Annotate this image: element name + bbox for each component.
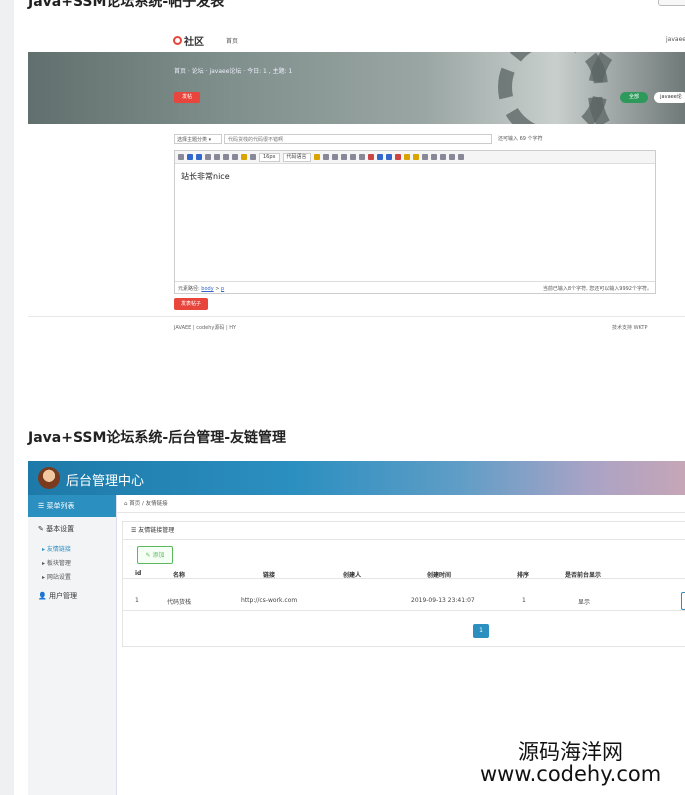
horizontal-rule-icon[interactable] (250, 154, 256, 160)
sidebar-subitem-label: 板块管理 (46, 560, 71, 567)
element-path: 元素路径: body > p (178, 286, 225, 292)
sidebar-subitem-label: 友情链接 (46, 546, 71, 553)
add-button-label: 添加 (152, 552, 165, 559)
watermark-line-2: www.codehy.com (480, 762, 662, 786)
path-link-p[interactable]: p (221, 286, 224, 292)
emotion-icon[interactable] (394, 154, 401, 160)
eraser-icon[interactable] (412, 154, 419, 160)
sidebar-menu-label: 菜单列表 (46, 502, 75, 510)
attachment-icon[interactable] (385, 154, 392, 160)
table-header-divider (123, 578, 685, 579)
section-heading-forum: Java+SSM论坛系统-帖子发表 (28, 0, 225, 10)
forum-breadcrumb: 首页 · 论坛 · javaee论坛 · 今日: 1 , 主题: 1 (174, 68, 293, 75)
row-edit-button[interactable] (681, 592, 685, 610)
home-icon: ⌂ (124, 501, 128, 507)
logo-text: 社区 (184, 37, 204, 48)
panel-title-text: 友情链接管理 (138, 527, 175, 534)
gear-graphic (588, 52, 685, 124)
remaining-chars: 还可输入 69 个字符 (498, 136, 543, 142)
cell-sort: 1 (522, 597, 526, 604)
redo-icon[interactable] (196, 154, 202, 160)
forum-post-screenshot: 社区 首页 javaee 首页 · 论坛 · javaee论坛 · 今日: 1 … (28, 24, 685, 344)
forum-logo[interactable]: 社区 (173, 33, 204, 48)
help-icon[interactable] (457, 154, 464, 160)
undo-icon[interactable] (187, 154, 193, 160)
align-left-icon[interactable] (313, 154, 320, 160)
panel-title: ☰ 友情链接管理 (123, 522, 685, 540)
admin-header: 后台管理中心 (28, 461, 685, 495)
cell-link: http://cs-work.com (241, 597, 298, 604)
top-right-button[interactable] (658, 0, 685, 6)
underline-icon[interactable] (223, 154, 229, 160)
forum-footer-credit: 技术支持 WKTP (612, 325, 648, 331)
sidebar-subitem-friend-links[interactable]: ▸ 友情链接 (42, 544, 71, 553)
friend-links-panel: ☰ 友情链接管理 ✎ 添加 id 名称 链接 创建人 创建时间 排序 是否前台显… (122, 521, 685, 647)
submit-post-button[interactable]: 发表帖子 (174, 298, 208, 310)
highlight-icon[interactable] (241, 154, 247, 160)
page-left-strip (0, 0, 14, 795)
code-icon[interactable] (421, 154, 428, 160)
logo-icon (173, 36, 182, 45)
sidebar-item-basic-settings[interactable]: ✎ 基本设置 (38, 524, 74, 534)
admin-breadcrumb: ⌂ 首页 / 友情链接 (116, 495, 685, 513)
preview-icon[interactable] (439, 154, 446, 160)
editor-content[interactable]: 站长非常nice (181, 171, 230, 182)
breadcrumb-text[interactable]: 首页 / 友情链接 (129, 501, 167, 507)
sidebar-subitem-label: 网站设置 (46, 574, 71, 581)
element-path-label: 元素路径: (178, 286, 200, 292)
unlink-icon[interactable] (358, 154, 365, 160)
post-form-row: 选择主题分类 ▾ 代码货栈的代码很不错啊 还可输入 69 个字符 (174, 134, 654, 146)
align-right-icon[interactable] (331, 154, 338, 160)
admin-title: 后台管理中心 (66, 474, 145, 489)
cell-visible: 显示 (578, 599, 591, 606)
source-icon[interactable] (178, 154, 184, 160)
align-center-icon[interactable] (322, 154, 329, 160)
cell-created-time: 2019-09-13 23:41:07 (411, 597, 475, 604)
sidebar-menu-header[interactable]: ☰ 菜单列表 (28, 495, 116, 517)
sidebar-item-label: 基本设置 (46, 525, 75, 533)
code-language-select[interactable]: 代码语言 (282, 152, 311, 162)
tag-all-button[interactable]: 全部 (620, 92, 648, 103)
sidebar-subitem-board-manage[interactable]: ▸ 板块管理 (42, 558, 71, 567)
avatar[interactable] (38, 467, 60, 489)
forum-header: 社区 首页 javaee (28, 24, 685, 52)
link-icon[interactable] (349, 154, 356, 160)
table-row-divider (123, 610, 685, 611)
image-icon[interactable] (367, 154, 374, 160)
post-title-input[interactable]: 代码货栈的代码很不错啊 (224, 134, 492, 144)
bold-icon[interactable] (205, 154, 211, 160)
search-icon[interactable] (448, 154, 455, 160)
font-size-select[interactable]: 16px (259, 152, 280, 162)
forum-banner: 首页 · 论坛 · javaee论坛 · 今日: 1 , 主题: 1 发帖 全部… (28, 52, 685, 124)
footer-divider (28, 316, 685, 317)
admin-sidebar: ☰ 菜单列表 ✎ 基本设置 ▸ 友情链接 ▸ 板块管理 ▸ 网站设置 👤 用户管… (28, 495, 117, 795)
sidebar-subitem-site-settings[interactable]: ▸ 网站设置 (42, 572, 71, 581)
pagination-page-1[interactable]: 1 (473, 624, 489, 638)
banner-post-button[interactable]: 发帖 (174, 92, 200, 103)
italic-icon[interactable] (214, 154, 220, 160)
table-icon[interactable] (376, 154, 383, 160)
justify-icon[interactable] (340, 154, 347, 160)
forum-footer-links: JAVAEE | codehy源码 | HY (174, 325, 237, 331)
editor-toolbar: 16px 代码语言 (175, 151, 655, 164)
cell-name: 代码货栈 (167, 599, 192, 606)
path-link-body[interactable]: body (201, 286, 213, 292)
section-heading-admin: Java+SSM论坛系统-后台管理-友链管理 (28, 430, 287, 446)
add-link-button[interactable]: ✎ 添加 (137, 546, 173, 564)
cell-id: 1 (135, 597, 139, 604)
sidebar-item-user-manage[interactable]: 👤 用户管理 (38, 591, 77, 601)
rich-text-editor[interactable]: 16px 代码语言 站长非常nice 元素路径: body > p 当前已输入8… (174, 150, 656, 294)
editor-statusbar: 元素路径: body > p 当前已输入8个字符, 您还可以输入9992个字符。 (175, 281, 655, 294)
nav-home-link[interactable]: 首页 (226, 36, 238, 45)
font-color-icon[interactable] (232, 154, 238, 160)
word-count: 当前已输入8个字符, 您还可以输入9992个字符。 (542, 286, 652, 292)
brush-icon[interactable] (403, 154, 410, 160)
tag-javaee-button[interactable]: javaee论 (654, 92, 685, 103)
print-icon[interactable] (430, 154, 437, 160)
sidebar-item-label: 用户管理 (48, 592, 77, 600)
column-header-id: id (135, 570, 142, 577)
category-select[interactable]: 选择主题分类 ▾ (174, 134, 222, 144)
nav-user-link[interactable]: javaee (666, 36, 685, 43)
